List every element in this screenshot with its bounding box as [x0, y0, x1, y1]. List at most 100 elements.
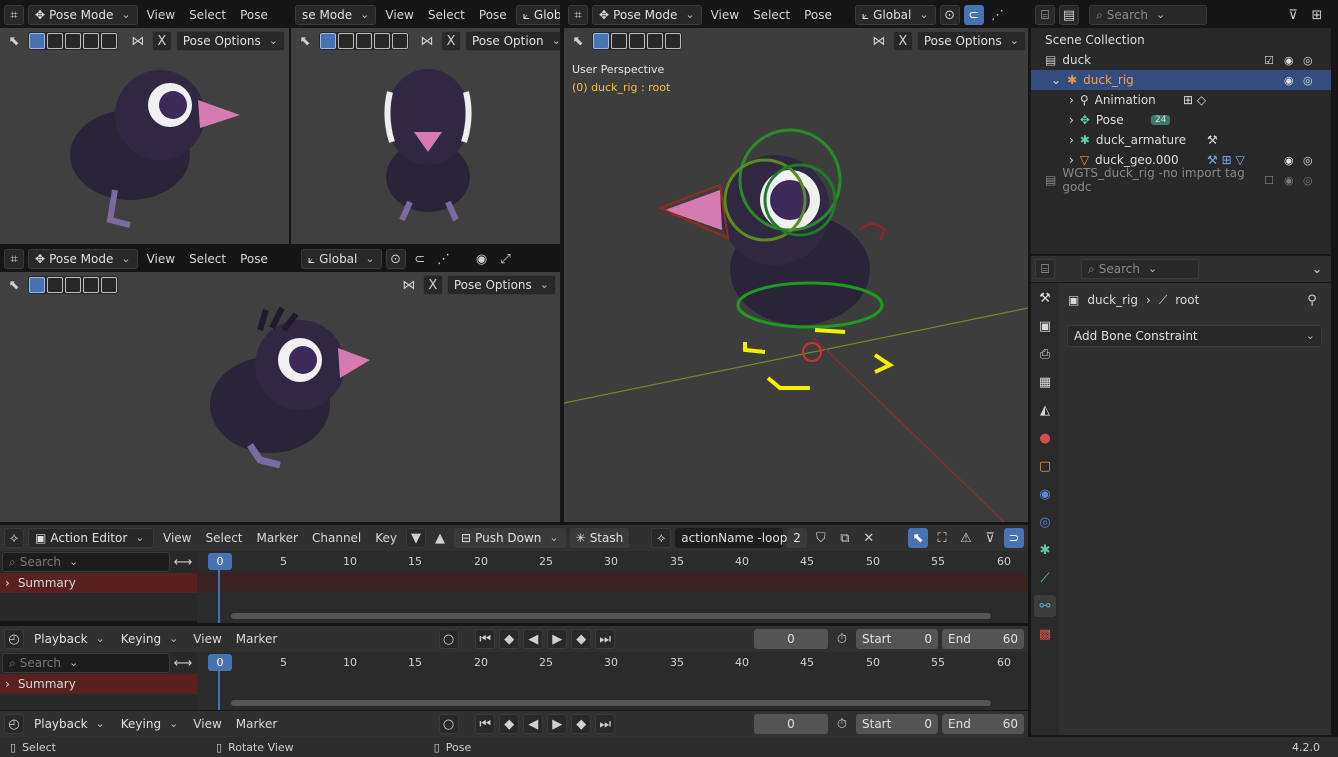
- display-mode-icon[interactable]: ▤: [1059, 5, 1079, 25]
- action-editor-search[interactable]: ⌕ Search: [2, 552, 170, 572]
- snap-icon[interactable]: ⊂: [963, 5, 984, 25]
- action-name-field[interactable]: actionName -loop: [675, 528, 787, 548]
- pivot-icon[interactable]: ⊙: [385, 249, 406, 269]
- mode-dropdown[interactable]: ✥ Pose Mode: [28, 5, 138, 25]
- start-frame-field[interactable]: Start 0: [856, 629, 938, 649]
- playhead-frame[interactable]: 0: [208, 553, 232, 570]
- x-axis-toggle[interactable]: X: [422, 275, 443, 295]
- tweak-tool-icon[interactable]: ⬉: [568, 31, 588, 51]
- editor-type-icon[interactable]: ⌸: [1035, 5, 1055, 25]
- menu-pose[interactable]: Pose: [474, 5, 512, 25]
- properties-search[interactable]: ⌕ Search: [1081, 259, 1199, 279]
- x-axis-toggle[interactable]: X: [151, 31, 172, 51]
- snap-icon[interactable]: ⊂: [410, 249, 430, 269]
- camera-icon[interactable]: ◎: [1303, 54, 1313, 67]
- eye-icon[interactable]: ◉: [1284, 154, 1294, 167]
- record-icon[interactable]: ○: [438, 714, 459, 734]
- time-scrollbar[interactable]: [231, 700, 991, 706]
- menu-channel[interactable]: Channel: [307, 528, 366, 548]
- timeline-editor-icon[interactable]: ◴: [4, 629, 24, 649]
- snap-target-icon[interactable]: ⋰: [988, 5, 1008, 25]
- prev-keyframe-icon[interactable]: ◆: [499, 714, 520, 734]
- record-icon[interactable]: ○: [438, 629, 459, 649]
- eye-icon[interactable]: ◉: [1284, 54, 1294, 67]
- menu-marker[interactable]: Marker: [252, 528, 303, 548]
- play-reverse-icon[interactable]: ◀: [523, 629, 544, 649]
- selection-mode-group[interactable]: [28, 32, 118, 50]
- bone-tab-icon[interactable]: ⟋: [1034, 567, 1056, 589]
- selection-mode-group[interactable]: [592, 32, 682, 50]
- start-frame-field[interactable]: Start 0: [856, 714, 938, 734]
- render-tab-icon[interactable]: ▣: [1034, 315, 1056, 337]
- menu-select[interactable]: Select: [200, 528, 247, 548]
- auto-snap-icon[interactable]: ⊃: [1004, 528, 1024, 548]
- duplicate-action-icon[interactable]: ⧉: [835, 528, 855, 548]
- current-frame-field[interactable]: 0: [754, 714, 828, 734]
- current-frame-field[interactable]: 0: [754, 629, 828, 649]
- outliner-item-pose[interactable]: › ✥ Pose 24: [1031, 110, 1331, 130]
- checkbox-icon[interactable]: ☐: [1264, 174, 1274, 187]
- bone-constraint-tab-icon[interactable]: ⚯: [1034, 595, 1056, 617]
- summary-channel[interactable]: › Summary: [0, 573, 197, 593]
- selection-mode-group[interactable]: [28, 276, 118, 294]
- selection-mode-group[interactable]: [319, 32, 409, 50]
- resize-icon[interactable]: ⟷: [173, 552, 193, 572]
- triangle-down-icon[interactable]: ▼: [406, 528, 427, 548]
- snap-target-icon[interactable]: ⋰: [434, 249, 454, 269]
- texture-tab-icon[interactable]: ▩: [1034, 623, 1056, 645]
- object-tab-icon[interactable]: ▢: [1034, 455, 1056, 477]
- outliner-item-duck[interactable]: ▤ duck ☑ ◉ ◎: [1031, 50, 1331, 70]
- action-users-count[interactable]: 2: [787, 528, 807, 548]
- keying-menu[interactable]: Keying: [115, 714, 185, 734]
- menu-select[interactable]: Select: [184, 249, 231, 269]
- chevron-right-icon[interactable]: ›: [1069, 153, 1074, 167]
- mirror-icon[interactable]: ⋈: [417, 31, 437, 51]
- checkbox-icon[interactable]: ☑: [1264, 54, 1274, 67]
- unlink-action-icon[interactable]: ✕: [859, 528, 879, 548]
- menu-view[interactable]: View: [706, 5, 744, 25]
- jump-start-icon[interactable]: ⏮: [475, 714, 496, 734]
- eye-icon[interactable]: ◉: [1284, 74, 1294, 87]
- outliner-item-wgts[interactable]: ▤ WGTS_duck_rig -no import tag godc ☐ ◉ …: [1031, 166, 1331, 194]
- menu-view[interactable]: View: [380, 5, 418, 25]
- pose-options-dropdown[interactable]: Pose Options: [446, 275, 556, 295]
- add-bone-constraint-dropdown[interactable]: Add Bone Constraint: [1067, 325, 1322, 347]
- chevron-down-icon[interactable]: ⌄: [1307, 259, 1327, 279]
- menu-view[interactable]: View: [188, 714, 226, 734]
- scene-tab-icon[interactable]: ◭: [1034, 399, 1056, 421]
- playhead-frame[interactable]: 0: [208, 654, 232, 671]
- menu-marker[interactable]: Marker: [231, 714, 282, 734]
- stopwatch-icon[interactable]: ⏱: [832, 714, 852, 734]
- resize-icon[interactable]: ⟷: [173, 653, 193, 673]
- next-keyframe-icon[interactable]: ◆: [571, 629, 592, 649]
- end-frame-field[interactable]: End 60: [942, 714, 1024, 734]
- mirror-icon[interactable]: ⋈: [399, 275, 419, 295]
- triangle-up-icon[interactable]: ▲: [430, 528, 450, 548]
- play-icon[interactable]: ▶: [547, 629, 568, 649]
- x-axis-toggle[interactable]: X: [892, 31, 913, 51]
- chevron-down-icon[interactable]: ⌄: [1051, 73, 1061, 87]
- action-browse-icon[interactable]: ⟡: [651, 528, 672, 548]
- armature-data-tab-icon[interactable]: ✱: [1034, 539, 1056, 561]
- prev-keyframe-icon[interactable]: ◆: [499, 629, 520, 649]
- eye-icon[interactable]: ◉: [1284, 174, 1294, 187]
- next-keyframe-icon[interactable]: ◆: [571, 714, 592, 734]
- summary-channel[interactable]: › Summary: [0, 674, 197, 694]
- stopwatch-icon[interactable]: ⏱: [832, 629, 852, 649]
- visibility-icon[interactable]: ◉: [472, 249, 492, 269]
- orientation-dropdown[interactable]: ⟀ Global: [300, 249, 382, 269]
- menu-select[interactable]: Select: [184, 5, 231, 25]
- menu-pose[interactable]: Pose: [235, 249, 273, 269]
- editor-type-icon[interactable]: ⌗: [4, 5, 24, 25]
- pivot-icon[interactable]: ⊙: [939, 5, 960, 25]
- outliner-root[interactable]: Scene Collection: [1031, 30, 1331, 50]
- fake-user-icon[interactable]: ⛉: [811, 528, 831, 548]
- chevron-right-icon[interactable]: ›: [1069, 93, 1074, 107]
- only-errors-icon[interactable]: ⚠: [956, 528, 976, 548]
- chevron-right-icon[interactable]: ›: [5, 677, 10, 691]
- menu-view[interactable]: View: [142, 249, 180, 269]
- playback-menu[interactable]: Playback: [28, 629, 111, 649]
- pose-options-dropdown[interactable]: Pose Options: [916, 31, 1026, 51]
- mode-dropdown[interactable]: se Mode: [295, 5, 377, 25]
- jump-end-icon[interactable]: ⏭: [595, 629, 616, 649]
